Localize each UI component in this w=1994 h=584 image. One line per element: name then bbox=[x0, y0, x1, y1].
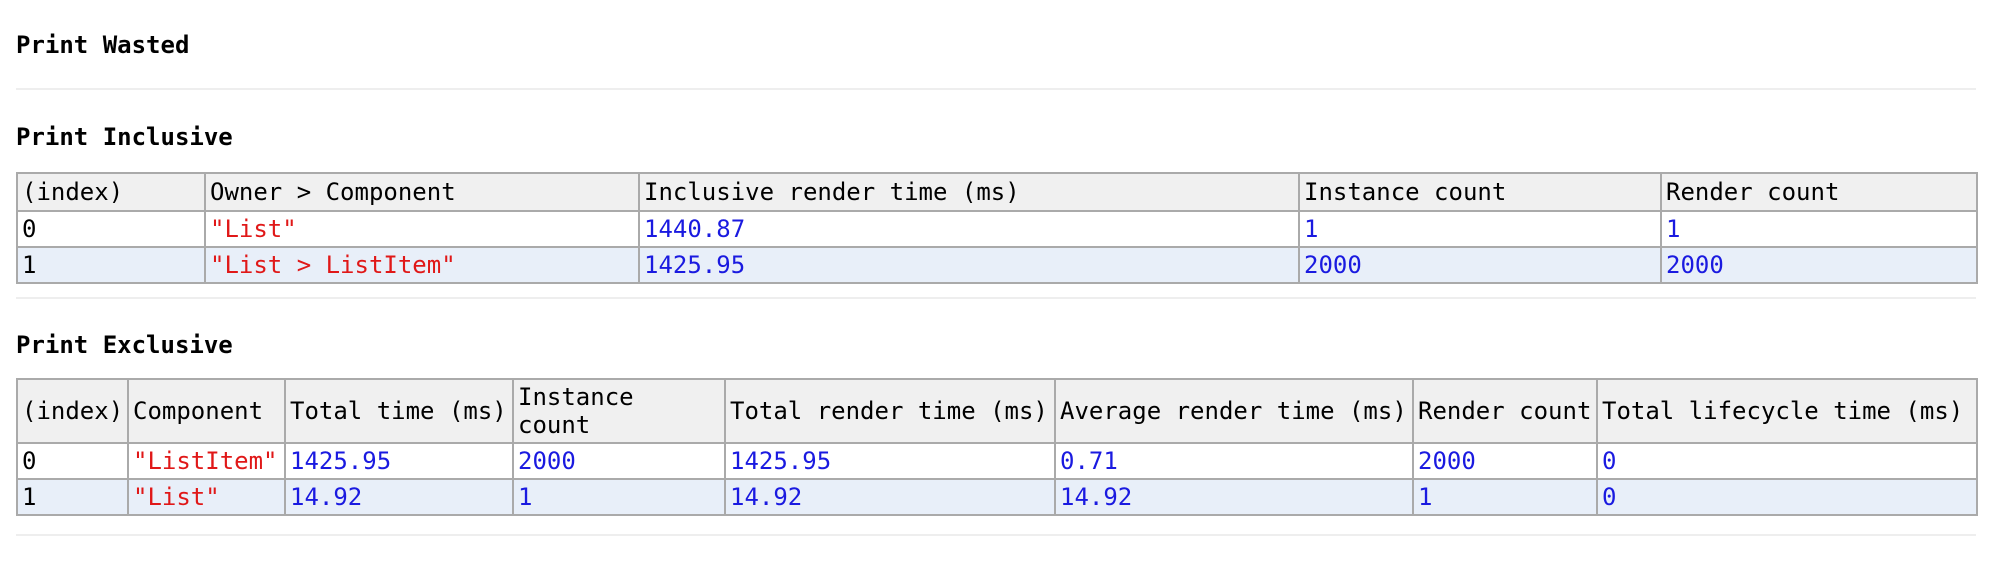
inclusive-header-owner-component[interactable]: Owner > Component bbox=[204, 172, 640, 212]
console-output: Print Wasted Print Inclusive (index) Own… bbox=[0, 0, 1994, 584]
cell-total-render-time: 1425.95 bbox=[724, 442, 1056, 480]
cell-instance-count: 2000 bbox=[512, 442, 726, 480]
exclusive-table: (index) Component Total time (ms) Instan… bbox=[16, 378, 1978, 516]
inclusive-section: Print Inclusive bbox=[16, 122, 1976, 152]
inclusive-header-row: (index) Owner > Component Inclusive rend… bbox=[16, 172, 1978, 212]
exclusive-header-row: (index) Component Total time (ms) Instan… bbox=[16, 378, 1978, 444]
wasted-section: Print Wasted bbox=[16, 30, 1976, 60]
cell-index: 1 bbox=[16, 478, 129, 516]
inclusive-divider bbox=[16, 297, 1976, 299]
exclusive-table-wrap: (index) Component Total time (ms) Instan… bbox=[16, 378, 1978, 516]
cell-render-count: 2000 bbox=[1660, 246, 1978, 284]
cell-render-count: 2000 bbox=[1412, 442, 1598, 480]
inclusive-header-inclusive-render-time[interactable]: Inclusive render time (ms) bbox=[638, 172, 1300, 212]
cell-average-render-time: 0.71 bbox=[1054, 442, 1414, 480]
cell-index: 1 bbox=[16, 246, 206, 284]
cell-total-time: 14.92 bbox=[284, 478, 514, 516]
cell-owner-component: "List" bbox=[204, 210, 640, 248]
exclusive-header-index[interactable]: (index) bbox=[16, 378, 129, 444]
table-row: 1 "List > ListItem" 1425.95 2000 2000 bbox=[16, 246, 1978, 284]
inclusive-header-render-count[interactable]: Render count bbox=[1660, 172, 1978, 212]
cell-component: "ListItem" bbox=[127, 442, 286, 480]
inclusive-title: Print Inclusive bbox=[16, 123, 233, 151]
exclusive-title: Print Exclusive bbox=[16, 331, 233, 359]
cell-instance-count: 2000 bbox=[1298, 246, 1662, 284]
inclusive-header-instance-count[interactable]: Instance count bbox=[1298, 172, 1662, 212]
cell-instance-count: 1 bbox=[1298, 210, 1662, 248]
cell-index: 0 bbox=[16, 210, 206, 248]
wasted-title: Print Wasted bbox=[16, 31, 190, 59]
cell-owner-component: "List > ListItem" bbox=[204, 246, 640, 284]
exclusive-header-average-render-time[interactable]: Average render time (ms) bbox=[1054, 378, 1414, 444]
cell-index: 0 bbox=[16, 442, 129, 480]
table-row: 0 "ListItem" 1425.95 2000 1425.95 0.71 2… bbox=[16, 442, 1978, 480]
inclusive-header-index[interactable]: (index) bbox=[16, 172, 206, 212]
table-row: 1 "List" 14.92 1 14.92 14.92 1 0 bbox=[16, 478, 1978, 516]
exclusive-header-instance-count[interactable]: Instance count bbox=[512, 378, 726, 444]
cell-render-count: 1 bbox=[1660, 210, 1978, 248]
cell-total-lifecycle-time: 0 bbox=[1596, 442, 1978, 480]
inclusive-table-wrap: (index) Owner > Component Inclusive rend… bbox=[16, 172, 1978, 284]
exclusive-header-total-time[interactable]: Total time (ms) bbox=[284, 378, 514, 444]
exclusive-header-total-render-time[interactable]: Total render time (ms) bbox=[724, 378, 1056, 444]
table-row: 0 "List" 1440.87 1 1 bbox=[16, 210, 1978, 248]
inclusive-table: (index) Owner > Component Inclusive rend… bbox=[16, 172, 1978, 284]
exclusive-header-component[interactable]: Component bbox=[127, 378, 286, 444]
cell-inclusive-render-time: 1440.87 bbox=[638, 210, 1300, 248]
exclusive-header-render-count[interactable]: Render count bbox=[1412, 378, 1598, 444]
exclusive-section: Print Exclusive bbox=[16, 330, 1976, 360]
cell-inclusive-render-time: 1425.95 bbox=[638, 246, 1300, 284]
cell-render-count: 1 bbox=[1412, 478, 1598, 516]
exclusive-divider bbox=[16, 534, 1976, 536]
cell-instance-count: 1 bbox=[512, 478, 726, 516]
cell-component: "List" bbox=[127, 478, 286, 516]
cell-average-render-time: 14.92 bbox=[1054, 478, 1414, 516]
exclusive-header-total-lifecycle-time[interactable]: Total lifecycle time (ms) bbox=[1596, 378, 1978, 444]
cell-total-render-time: 14.92 bbox=[724, 478, 1056, 516]
cell-total-lifecycle-time: 0 bbox=[1596, 478, 1978, 516]
wasted-divider bbox=[16, 88, 1976, 90]
cell-total-time: 1425.95 bbox=[284, 442, 514, 480]
